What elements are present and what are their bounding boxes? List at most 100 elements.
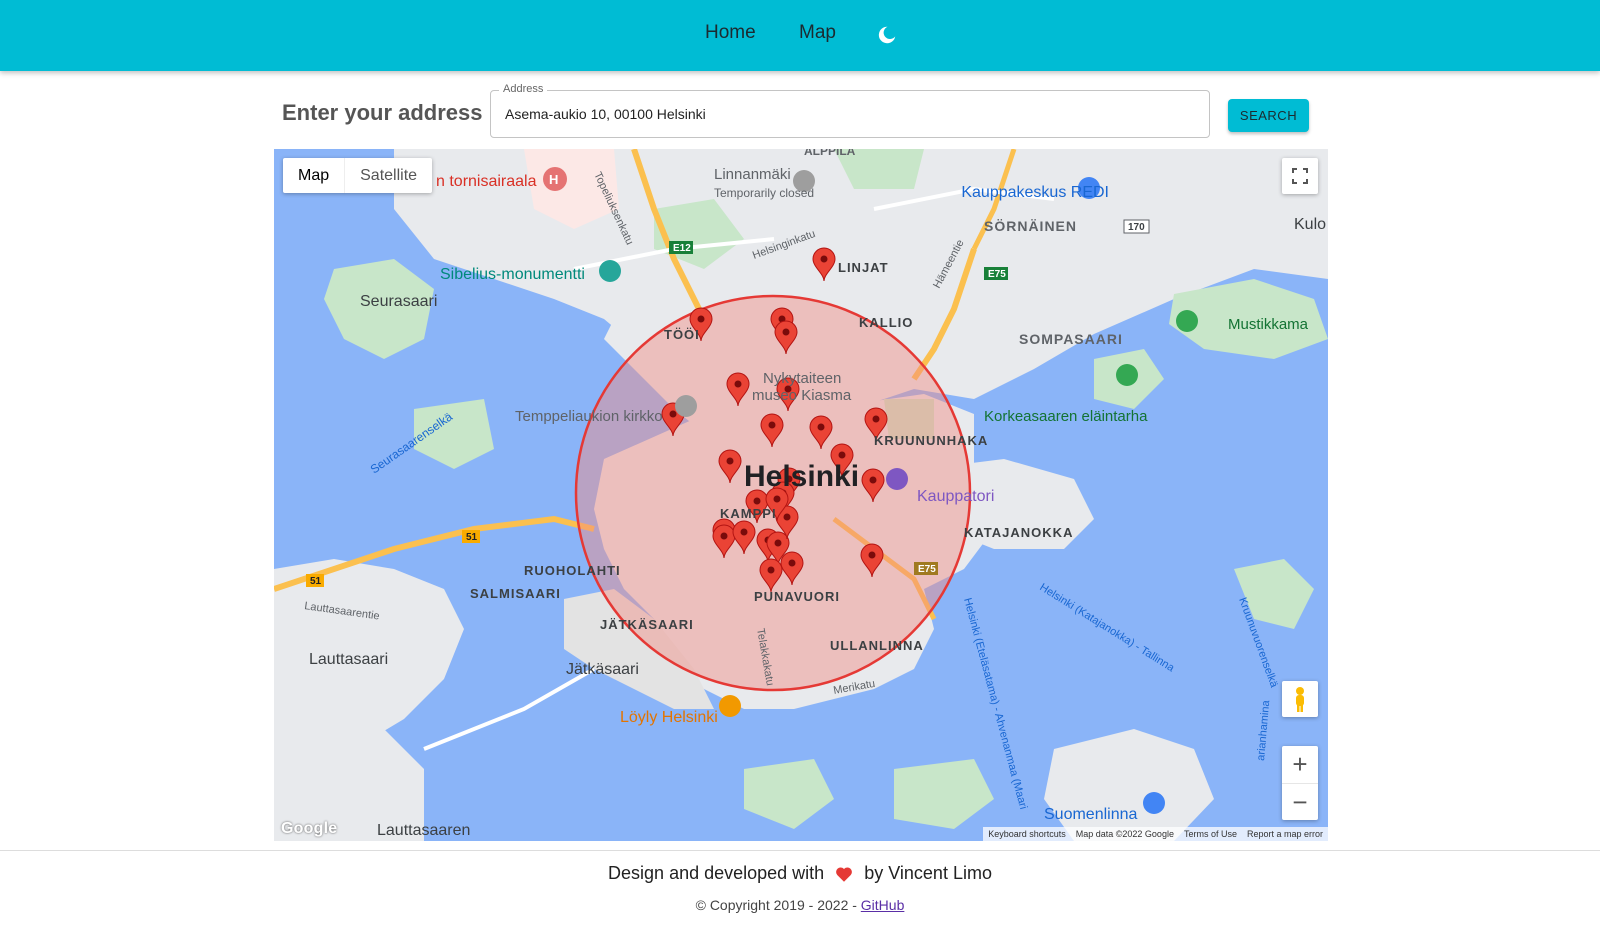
svg-text:H: H bbox=[549, 172, 558, 187]
map-label-suomenlinna: Suomenlinna bbox=[1044, 806, 1138, 823]
map-label-loyly: Löyly Helsinki bbox=[620, 709, 718, 726]
zoo-icon bbox=[1116, 364, 1138, 386]
map-label-mustikkamaa: Mustikkama bbox=[1228, 316, 1309, 333]
map-data-credit: Map data ©2022 Google bbox=[1075, 829, 1174, 839]
map-canvas[interactable]: H n tornisairaala Linnanmäki Temporarily… bbox=[274, 149, 1328, 841]
cart-icon bbox=[886, 468, 908, 490]
map-marker-dot bbox=[773, 495, 781, 503]
map-marker-dot bbox=[782, 328, 790, 336]
road-shield-e75-north: E75 bbox=[988, 269, 1006, 280]
map-label-punavuori: PUNAVUORI bbox=[754, 589, 840, 604]
map-label-kauppatori: Kauppatori bbox=[917, 488, 994, 505]
map-type-map-button[interactable]: Map bbox=[283, 158, 344, 193]
footer-credit: Design and developed with by Vincent Lim… bbox=[0, 863, 1600, 884]
terms-of-use-link[interactable]: Terms of Use bbox=[1179, 827, 1242, 841]
map-attribution: Keyboard shortcuts Map data ©2022 Google… bbox=[983, 827, 1328, 841]
map-marker-dot bbox=[783, 513, 791, 521]
monument-icon bbox=[599, 260, 621, 282]
road-shield-e75-south: E75 bbox=[918, 564, 936, 575]
street-view-button[interactable] bbox=[1282, 681, 1318, 717]
search-button[interactable]: SEARCH bbox=[1228, 99, 1309, 132]
pegman-icon bbox=[1296, 687, 1304, 712]
map-label-sornainen: SÖRNÄINEN bbox=[984, 218, 1077, 234]
zoom-in-button[interactable]: + bbox=[1282, 746, 1318, 783]
map-marker-dot bbox=[720, 532, 728, 540]
google-logo: Google bbox=[281, 820, 338, 837]
map-label-lauttasaaren: Lauttasaaren bbox=[377, 822, 470, 839]
road-shield-e12: E12 bbox=[673, 243, 691, 254]
map-label-toolo: TÖÖI bbox=[664, 327, 700, 342]
map-label-helsinki: Helsinki bbox=[744, 460, 859, 493]
map-marker-dot bbox=[788, 559, 796, 567]
map-marker-dot bbox=[726, 457, 734, 465]
fullscreen-icon bbox=[1292, 168, 1308, 184]
map-marker-dot bbox=[820, 255, 828, 263]
map-label-kamppi: KAMPPI bbox=[720, 506, 777, 521]
map-label-linnanmaki: Linnanmäki bbox=[714, 166, 791, 183]
zoom-out-button[interactable]: − bbox=[1282, 783, 1318, 821]
address-heading: Enter your address bbox=[282, 100, 483, 125]
zoom-control: + − bbox=[1282, 746, 1318, 820]
address-field[interactable]: Address bbox=[490, 83, 1210, 138]
nav-map-link[interactable]: Map bbox=[799, 22, 836, 44]
map-label-jatkasaari-caps: JÄTKÄSAARI bbox=[600, 617, 694, 632]
church-icon bbox=[675, 395, 697, 417]
map-label-seurasaari: Seurasaari bbox=[360, 293, 437, 310]
map-label-kallio: KALLIO bbox=[859, 315, 913, 330]
map-label-kiasma-2: museo Kiasma bbox=[752, 387, 852, 404]
map-marker-dot bbox=[740, 528, 748, 536]
map-view[interactable]: H n tornisairaala Linnanmäki Temporarily… bbox=[274, 149, 1328, 841]
map-marker-dot bbox=[868, 551, 876, 559]
map-marker-dot bbox=[767, 566, 775, 574]
map-label-lauttasaari: Lauttasaari bbox=[309, 651, 388, 668]
credit-suffix: by Vincent Limo bbox=[864, 863, 992, 883]
map-marker-dot bbox=[872, 415, 880, 423]
road-shield-51: 51 bbox=[466, 532, 478, 543]
map-label-kiasma-1: Nykytaiteen bbox=[763, 370, 841, 387]
report-map-error-link[interactable]: Report a map error bbox=[1242, 827, 1328, 841]
map-label-kruununhaka: KRUUNUNHAKA bbox=[874, 433, 988, 448]
map-marker-dot bbox=[697, 315, 705, 323]
map-label-redi: Kauppakeskus REDI bbox=[961, 184, 1109, 201]
map-label-temppeli: Temppeliaukion kirkko bbox=[515, 408, 663, 425]
map-marker-dot bbox=[669, 410, 677, 418]
map-marker-dot bbox=[869, 476, 877, 484]
map-label-sibelius: Sibelius-monumentti bbox=[440, 266, 585, 283]
restaurant-icon bbox=[719, 695, 741, 717]
map-label-korkeasaari: Korkeasaaren eläintarha bbox=[984, 408, 1148, 425]
footer-copyright: © Copyright 2019 - 2022 - GitHub bbox=[0, 897, 1600, 913]
map-label-sompasaari: SOMPASAARI bbox=[1019, 331, 1123, 347]
address-input[interactable] bbox=[503, 105, 1197, 123]
map-label-jatkasaari: Jätkäsaari bbox=[566, 661, 639, 678]
map-label-salmisaari: SALMISAARI bbox=[470, 586, 561, 601]
map-label-kulo: Kulo bbox=[1294, 216, 1326, 233]
map-marker-dot bbox=[734, 380, 742, 388]
map-marker-dot bbox=[817, 423, 825, 431]
map-marker-dot bbox=[838, 451, 846, 459]
keyboard-shortcuts-link[interactable]: Keyboard shortcuts bbox=[983, 827, 1071, 841]
map-marker-dot bbox=[774, 539, 782, 547]
park-pin-icon bbox=[1176, 310, 1198, 332]
map-marker-dot bbox=[753, 497, 761, 505]
nav-home-link[interactable]: Home bbox=[705, 22, 756, 44]
top-navbar: Home Map bbox=[0, 0, 1600, 71]
road-shield-51-west: 51 bbox=[310, 576, 322, 587]
map-label-katajanokka: KATAJANOKKA bbox=[964, 525, 1073, 540]
github-link[interactable]: GitHub bbox=[861, 897, 905, 913]
credit-prefix: Design and developed with bbox=[608, 863, 825, 883]
map-label-alppila: ALPPILA bbox=[804, 149, 856, 158]
map-marker-dot bbox=[768, 421, 776, 429]
moon-icon[interactable] bbox=[876, 24, 898, 46]
map-label-ullanlinna: ULLANLINNA bbox=[830, 638, 924, 653]
map-label-hospital: n tornisairaala bbox=[436, 173, 537, 190]
address-field-label: Address bbox=[499, 83, 548, 95]
road-shield-170: 170 bbox=[1128, 222, 1145, 233]
footer-divider bbox=[0, 850, 1600, 851]
copyright-text: © Copyright 2019 - 2022 - bbox=[695, 897, 857, 913]
fullscreen-button[interactable] bbox=[1282, 158, 1318, 194]
map-type-satellite-button[interactable]: Satellite bbox=[344, 158, 432, 193]
map-type-control: Map Satellite bbox=[283, 158, 433, 193]
map-label-linnanmaki-sub: Temporarily closed bbox=[714, 186, 814, 200]
heart-icon bbox=[836, 866, 853, 882]
camera-icon bbox=[1143, 792, 1165, 814]
